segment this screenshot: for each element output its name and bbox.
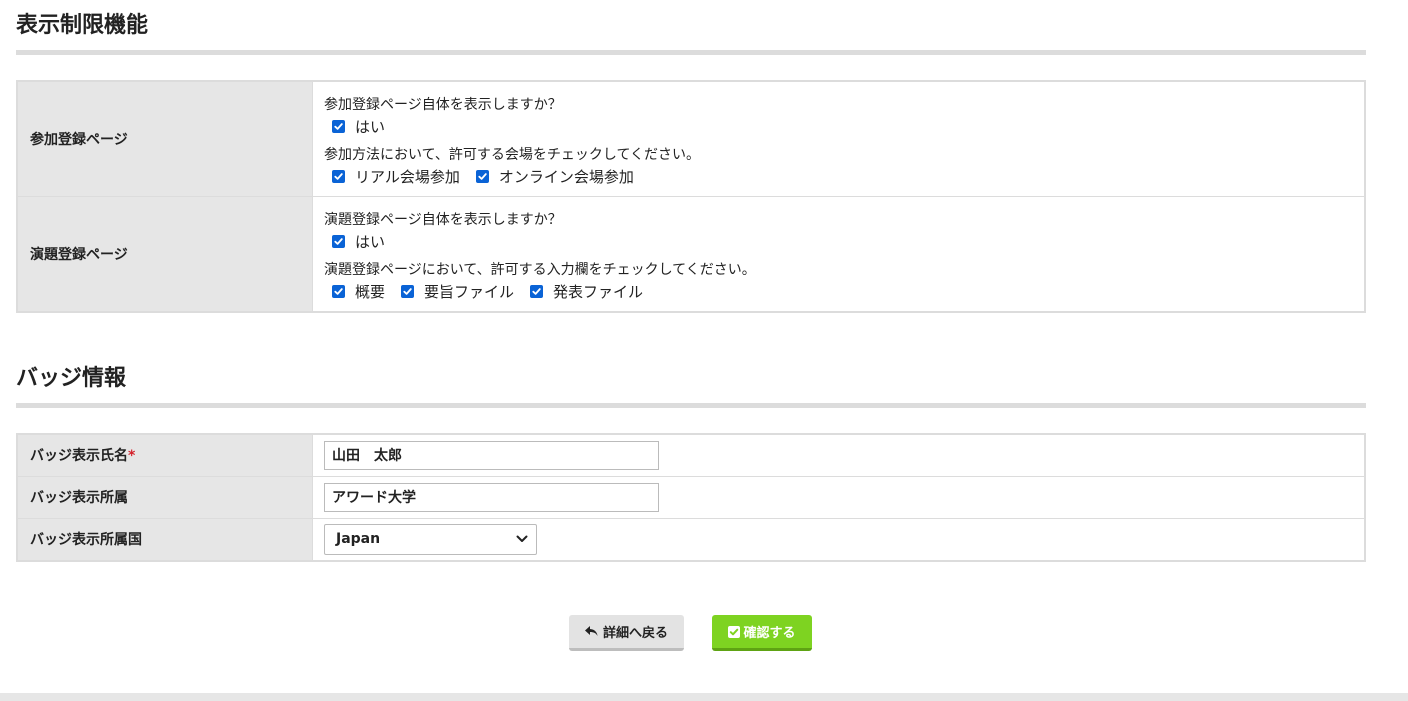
checkbox-label: 概要: [355, 283, 386, 302]
abstract-show-checkbox[interactable]: はい: [332, 231, 385, 252]
badge-name-input[interactable]: [324, 440, 659, 470]
checkbox-label: リアル会場参加: [355, 168, 460, 187]
check-square-icon: [728, 625, 741, 638]
checkbox-checked-icon[interactable]: [332, 285, 345, 299]
summary-checkbox[interactable]: 概要: [332, 281, 385, 302]
select-value: Japan: [336, 531, 381, 548]
abstract-page-settings: 演題登録ページ自体を表示しますか？ はい 演題登録ページにおいて、許可する入力欄…: [312, 195, 1366, 313]
footer-bar: [0, 693, 1408, 701]
badge-country-cell: Japan: [312, 517, 1366, 562]
checkbox-label: 発表ファイル: [553, 283, 644, 302]
question-text: 演題登録ページ自体を表示しますか？: [324, 211, 562, 228]
badge-affiliation-cell: [312, 475, 1366, 519]
checkbox-label: オンライン会場参加: [498, 168, 634, 187]
badge-name-label: バッジ表示氏名*: [16, 433, 313, 477]
presentation-file-checkbox[interactable]: 発表ファイル: [530, 281, 643, 302]
section-title-badge-info: バッジ情報: [16, 366, 127, 391]
abstract-file-checkbox[interactable]: 要旨ファイル: [401, 281, 514, 302]
checkbox-checked-icon[interactable]: [332, 235, 345, 249]
checkbox-checked-icon[interactable]: [530, 285, 544, 299]
badge-name-cell: [312, 433, 1366, 477]
options-row: 概要 要旨ファイル 発表ファイル: [332, 280, 1353, 304]
real-venue-checkbox[interactable]: リアル会場参加: [332, 166, 460, 187]
back-to-details-button[interactable]: 詳細へ戻る: [569, 615, 684, 651]
button-label: 詳細へ戻る: [602, 626, 668, 641]
section-title-display-restriction: 表示制限機能: [16, 13, 149, 38]
table-row: 参加登録ページ 参加登録ページ自体を表示しますか？ はい 参加方法において、許可…: [16, 80, 1366, 197]
badge-country-select[interactable]: Japan: [324, 523, 537, 555]
table-row: バッジ表示所属: [16, 475, 1366, 519]
registration-page-settings: 参加登録ページ自体を表示しますか？ はい 参加方法において、許可する会場をチェッ…: [312, 80, 1366, 197]
checkbox-label: はい: [355, 233, 386, 252]
reply-arrow-icon: [584, 626, 598, 637]
table-row: バッジ表示所属国 Japan: [16, 517, 1366, 562]
required-mark: *: [128, 448, 136, 465]
page-content: 表示制限機能 参加登録ページ 参加登録ページ自体を表示しますか？ はい 参加方法…: [16, 0, 1366, 562]
badge-affiliation-label: バッジ表示所属: [16, 475, 313, 519]
checkbox-checked-icon[interactable]: [475, 170, 489, 184]
badge-country-label: バッジ表示所属国: [16, 517, 313, 562]
badge-affiliation-input[interactable]: [324, 482, 659, 512]
row-label-registration-page: 参加登録ページ: [16, 80, 313, 197]
options-row: はい: [332, 115, 1353, 139]
checkbox-label: はい: [355, 118, 386, 137]
checkbox-checked-icon[interactable]: [332, 170, 345, 184]
label-text: バッジ表示氏名: [30, 448, 128, 465]
question-text: 参加登録ページ自体を表示しますか？: [324, 96, 562, 113]
button-label: 確認する: [743, 626, 796, 641]
section-divider: [16, 403, 1366, 408]
chevron-down-icon: [516, 531, 528, 547]
options-row: はい: [332, 230, 1353, 254]
row-label-abstract-page: 演題登録ページ: [16, 195, 313, 313]
checkbox-checked-icon[interactable]: [401, 285, 415, 299]
registration-show-checkbox[interactable]: はい: [332, 116, 385, 137]
action-buttons: 詳細へ戻る 確認する: [0, 615, 1408, 655]
checkbox-checked-icon[interactable]: [332, 120, 345, 134]
online-venue-checkbox[interactable]: オンライン会場参加: [475, 166, 634, 187]
question-text: 演題登録ページにおいて、許可する入力欄をチェックしてください。: [324, 261, 756, 278]
section-divider: [16, 50, 1366, 55]
table-row: 演題登録ページ 演題登録ページ自体を表示しますか？ はい 演題登録ページにおいて…: [16, 195, 1366, 313]
checkbox-label: 要旨ファイル: [424, 283, 515, 302]
badge-info-table: バッジ表示氏名* バッジ表示所属 バッジ表示所属国 Japan: [16, 433, 1366, 562]
table-row: バッジ表示氏名*: [16, 433, 1366, 477]
display-restriction-table: 参加登録ページ 参加登録ページ自体を表示しますか？ はい 参加方法において、許可…: [16, 80, 1366, 313]
question-text: 参加方法において、許可する会場をチェックしてください。: [324, 146, 701, 163]
confirm-button[interactable]: 確認する: [712, 615, 812, 651]
options-row: リアル会場参加 オンライン会場参加: [332, 165, 1353, 189]
